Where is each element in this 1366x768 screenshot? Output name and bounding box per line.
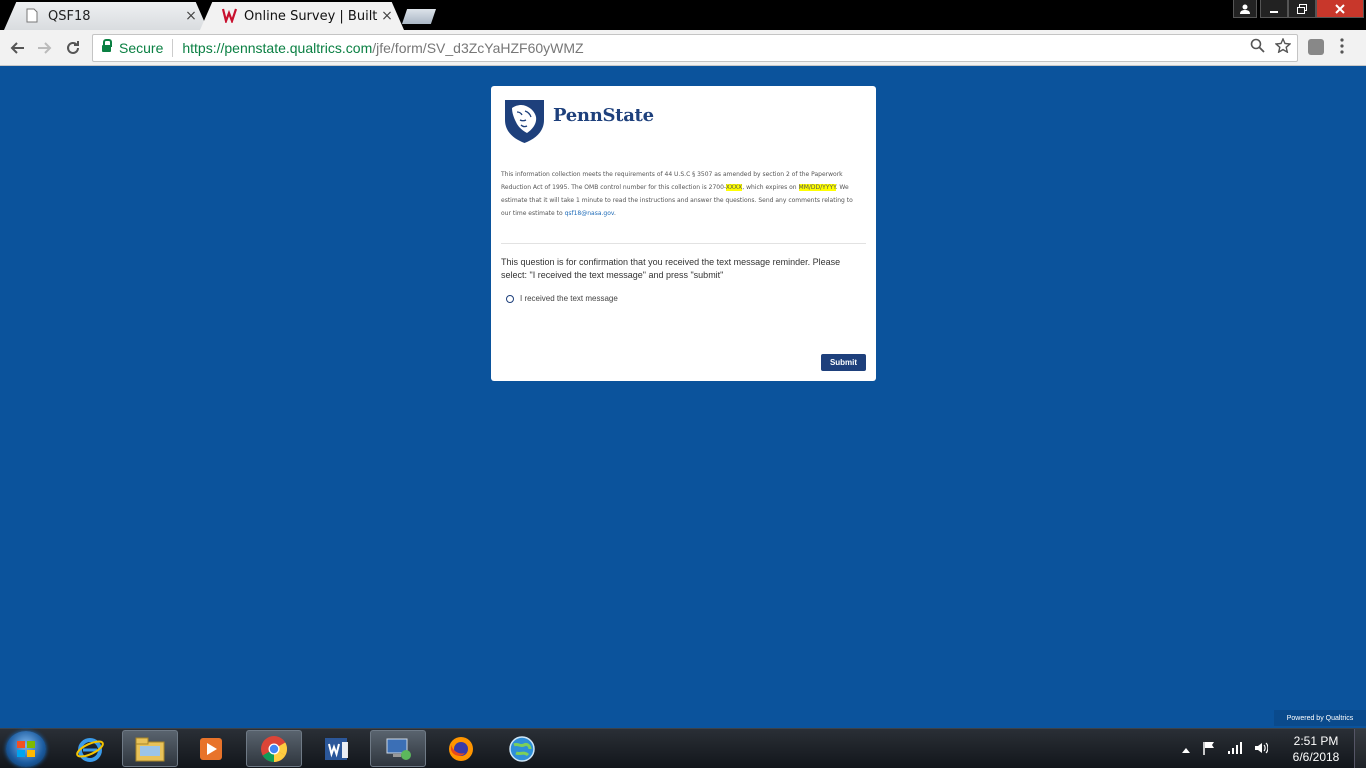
divider: [172, 39, 174, 57]
tray-expand-icon[interactable]: [1182, 742, 1190, 756]
question-text: This question is for confirmation that y…: [501, 257, 841, 280]
start-button[interactable]: [6, 731, 46, 767]
radio-button[interactable]: [506, 294, 514, 303]
zoom-search-icon[interactable]: [1250, 38, 1265, 58]
section-divider: [501, 243, 866, 244]
tab-title: QSF18: [48, 8, 91, 24]
close-tab-icon[interactable]: ×: [184, 8, 198, 24]
powered-by-qualtrics[interactable]: Powered by Qualtrics: [1274, 710, 1366, 726]
choice-received-text[interactable]: I received the text message: [506, 294, 618, 303]
disclaimer-text: .: [614, 210, 616, 217]
action-center-flag-icon[interactable]: [1202, 741, 1216, 758]
volume-icon[interactable]: [1254, 741, 1269, 758]
extension-icon[interactable]: [1308, 39, 1324, 55]
clock-time: 2:51 PM: [1293, 734, 1339, 748]
expiry-date-highlight: MM/DD/YYYY: [798, 184, 836, 191]
qualtrics-favicon-icon: [221, 8, 238, 25]
back-arrow-icon[interactable]: [5, 36, 29, 60]
media-player-icon[interactable]: [183, 730, 239, 767]
network-globe-icon[interactable]: [494, 730, 550, 767]
paperwork-disclaimer: This information collection meets the re…: [501, 168, 863, 220]
chrome-icon[interactable]: [246, 730, 302, 767]
windows-logo-icon: [17, 741, 35, 757]
clock-date: 6/6/2018: [1292, 750, 1340, 764]
email-link[interactable]: qsf18@nasa.gov: [565, 210, 614, 217]
close-tab-icon[interactable]: ×: [380, 8, 394, 24]
lock-icon: [102, 38, 112, 54]
disclaimer-text: , which expires on: [742, 184, 799, 191]
network-signal-icon[interactable]: [1228, 741, 1242, 757]
new-tab-button[interactable]: [402, 9, 436, 24]
tab-title: Online Survey | Built with: [244, 8, 380, 24]
control-number-highlight: XXXX: [725, 184, 743, 191]
submit-button[interactable]: Submit: [821, 354, 866, 371]
survey-card: PennState This information collection me…: [491, 86, 876, 381]
url-host: https://pennstate.qualtrics.com: [182, 40, 373, 56]
document-icon: [26, 8, 40, 24]
logo-wordmark: PennState: [553, 104, 654, 126]
windows-taskbar: 2:51 PM 6/6/2018: [0, 728, 1366, 768]
nittany-lion-shield-icon: [505, 100, 544, 143]
kebab-menu-icon[interactable]: [1340, 36, 1344, 60]
bookmark-star-icon[interactable]: [1274, 37, 1292, 58]
browser-toolbar: Secure https://pennstate.qualtrics.com/j…: [0, 30, 1366, 66]
penn-state-logo: PennState: [503, 98, 654, 144]
tab-online-survey[interactable]: Online Survey | Built with ×: [200, 2, 404, 30]
address-bar-actions: [1250, 37, 1292, 58]
remote-desktop-icon[interactable]: [370, 730, 426, 767]
close-window-button[interactable]: [1316, 0, 1364, 18]
user-profile-icon[interactable]: [1233, 0, 1257, 18]
taskbar-clock[interactable]: 2:51 PM 6/6/2018: [1286, 733, 1346, 765]
url-path: /jfe/form/SV_d3ZcYaHZF60yWMZ: [372, 40, 584, 56]
secure-label: Secure: [119, 40, 164, 56]
choice-label: I received the text message: [520, 294, 618, 303]
tab-qsf18[interactable]: QSF18 ×: [4, 2, 208, 30]
minimize-button[interactable]: [1260, 0, 1288, 18]
restore-button[interactable]: [1288, 0, 1316, 18]
word-icon[interactable]: [308, 730, 364, 767]
internet-explorer-icon[interactable]: [62, 730, 118, 767]
address-bar[interactable]: Secure https://pennstate.qualtrics.com/j…: [92, 34, 1298, 62]
system-tray: [1182, 729, 1269, 768]
show-desktop-button[interactable]: [1354, 729, 1366, 768]
file-explorer-icon[interactable]: [122, 730, 178, 767]
firefox-icon[interactable]: [433, 730, 489, 767]
reload-icon[interactable]: [61, 36, 85, 60]
forward-arrow-icon[interactable]: [33, 36, 57, 60]
browser-tab-strip: QSF18 × Online Survey | Built with ×: [0, 0, 1366, 30]
